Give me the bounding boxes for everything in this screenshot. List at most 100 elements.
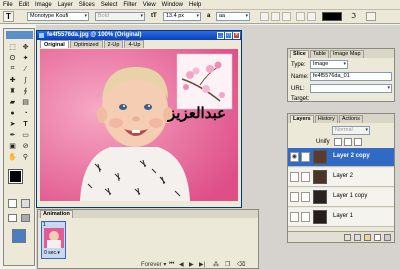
foreground-color-swatch[interactable]: [8, 169, 23, 184]
loop-select[interactable]: Forever ▾: [141, 261, 166, 268]
font-style-select[interactable]: Bold ▾: [95, 12, 145, 21]
move-tool-icon[interactable]: ✥: [20, 42, 31, 52]
notes-tool-icon[interactable]: ▣: [7, 141, 18, 151]
frame-delay[interactable]: 0 sec.▾: [44, 250, 60, 256]
align-right-icon[interactable]: [282, 12, 291, 21]
gradient-tool-icon[interactable]: ▤: [20, 97, 31, 107]
warp-text-icon[interactable]: ℑ: [351, 12, 361, 21]
link-icon[interactable]: [301, 212, 310, 222]
play-icon[interactable]: ▶: [189, 261, 194, 268]
standard-mode-icon[interactable]: [8, 199, 17, 208]
duplicate-frame-icon[interactable]: ❐: [225, 261, 230, 268]
layer-mask-icon[interactable]: [354, 234, 361, 241]
jump-to-imageready-icon[interactable]: [12, 229, 26, 243]
menu-image[interactable]: Image: [35, 0, 52, 10]
next-frame-icon[interactable]: ▶|: [199, 261, 205, 268]
quick-mask-icon[interactable]: [21, 199, 30, 208]
align-center-icon[interactable]: [271, 12, 280, 21]
healing-brush-tool-icon[interactable]: ✚: [7, 75, 18, 85]
pen-tool-icon[interactable]: ✒: [7, 130, 18, 140]
magic-wand-tool-icon[interactable]: ✦: [20, 53, 31, 63]
eye-icon[interactable]: ◉: [290, 152, 299, 162]
tab-4-up[interactable]: 4-Up: [124, 40, 145, 48]
palettes-toggle-icon[interactable]: [366, 12, 376, 21]
animation-frame[interactable]: 1 0 sec.▾: [41, 221, 66, 259]
menu-file[interactable]: File: [3, 0, 13, 10]
link-icon[interactable]: [301, 152, 310, 162]
clone-stamp-tool-icon[interactable]: ♜: [7, 86, 18, 96]
eraser-tool-icon[interactable]: ▰: [7, 97, 18, 107]
tab-original[interactable]: Original: [40, 40, 69, 48]
tab-history[interactable]: History: [314, 115, 338, 123]
slice-tool-icon[interactable]: ⁄: [20, 64, 31, 74]
screen-mode-icon[interactable]: [8, 214, 17, 222]
trash-icon[interactable]: [384, 234, 391, 241]
font-family-select[interactable]: Monotype Koufi ▾: [27, 12, 89, 21]
text-color-swatch[interactable]: [322, 12, 342, 21]
text-direction-icon[interactable]: [296, 12, 305, 21]
tab-actions[interactable]: Actions: [338, 115, 363, 123]
tab-optimized[interactable]: Optimized: [69, 40, 103, 48]
layer-style-icon[interactable]: [344, 234, 351, 241]
marquee-tool-icon[interactable]: ⬚: [7, 42, 18, 52]
unify-visibility-icon[interactable]: [344, 138, 352, 146]
brush-tool-icon[interactable]: ∫: [20, 75, 31, 85]
history-brush-tool-icon[interactable]: ∮: [20, 86, 31, 96]
blur-tool-icon[interactable]: ●: [7, 108, 18, 118]
tab-table[interactable]: Table: [309, 50, 329, 58]
first-frame-icon[interactable]: ⏮: [169, 261, 174, 268]
menu-help[interactable]: Help: [189, 0, 201, 10]
lasso-tool-icon[interactable]: ʘ: [7, 53, 18, 63]
antialias-select[interactable]: aa ▾: [216, 12, 250, 21]
dodge-tool-icon[interactable]: ◔: [20, 108, 31, 118]
eye-icon[interactable]: [290, 192, 299, 202]
unify-style-icon[interactable]: [354, 138, 362, 146]
shape-tool-icon[interactable]: ▭: [20, 130, 31, 140]
link-icon[interactable]: [301, 192, 310, 202]
url-field[interactable]: ▾: [310, 84, 392, 93]
menu-view[interactable]: View: [143, 0, 156, 10]
close-button[interactable]: ×: [233, 32, 240, 39]
menu-filter[interactable]: Filter: [123, 0, 136, 10]
tab-slice[interactable]: Slice: [290, 50, 309, 58]
tab-layers[interactable]: Layers: [290, 115, 314, 123]
path-selection-tool-icon[interactable]: ➤: [7, 119, 18, 129]
type-tool-icon[interactable]: T: [20, 119, 31, 129]
image-canvas[interactable]: [40, 49, 238, 201]
new-layer-set-icon[interactable]: [364, 234, 371, 241]
hand-tool-icon[interactable]: ✋: [7, 152, 18, 162]
full-screen-mode-icon[interactable]: [21, 214, 30, 222]
image-window-titlebar[interactable]: fe4f5576da.jpg @ 100% (Original) _ □ ×: [37, 31, 241, 40]
maximize-button[interactable]: □: [225, 32, 232, 39]
tab-2-up[interactable]: 2-Up: [103, 40, 124, 48]
blend-mode-select[interactable]: Normal ▾: [332, 126, 370, 135]
minimize-button[interactable]: _: [217, 32, 224, 39]
layer-row[interactable]: ◉ Layer 2 copy: [288, 148, 394, 167]
zoom-tool-icon[interactable]: ⚲: [20, 152, 31, 162]
tab-animation[interactable]: Animation: [40, 210, 73, 218]
menu-window[interactable]: Window: [162, 0, 183, 10]
eyedropper-tool-icon[interactable]: ⊘: [20, 141, 31, 151]
previous-frame-icon[interactable]: ◀: [179, 261, 184, 268]
tab-image-map[interactable]: Image Map: [330, 50, 364, 58]
trash-icon[interactable]: ⌫: [237, 261, 245, 268]
menu-select[interactable]: Select: [101, 0, 118, 10]
layer-row[interactable]: Layer 1 copy: [288, 188, 394, 207]
type-select[interactable]: Image ▾: [310, 60, 348, 69]
eye-icon[interactable]: [290, 212, 299, 222]
menu-edit[interactable]: Edit: [19, 0, 29, 10]
text-tool-icon[interactable]: T: [3, 11, 14, 22]
menu-layer[interactable]: Layer: [58, 0, 73, 10]
crop-tool-icon[interactable]: ⌗: [7, 64, 18, 74]
link-icon[interactable]: [301, 172, 310, 182]
tween-icon[interactable]: ⁂: [213, 261, 219, 268]
paragraph-direction-icon[interactable]: [307, 12, 316, 21]
font-size-select[interactable]: 13.4 px ▾: [163, 12, 201, 21]
layer-row[interactable]: Layer 2: [288, 168, 394, 187]
menu-slices[interactable]: Slices: [79, 0, 95, 10]
name-field[interactable]: fe4f5576da_01: [310, 72, 392, 81]
align-left-icon[interactable]: [260, 12, 269, 21]
layer-row[interactable]: Layer 1: [288, 208, 394, 227]
eye-icon[interactable]: [290, 172, 299, 182]
unify-position-icon[interactable]: [334, 138, 342, 146]
